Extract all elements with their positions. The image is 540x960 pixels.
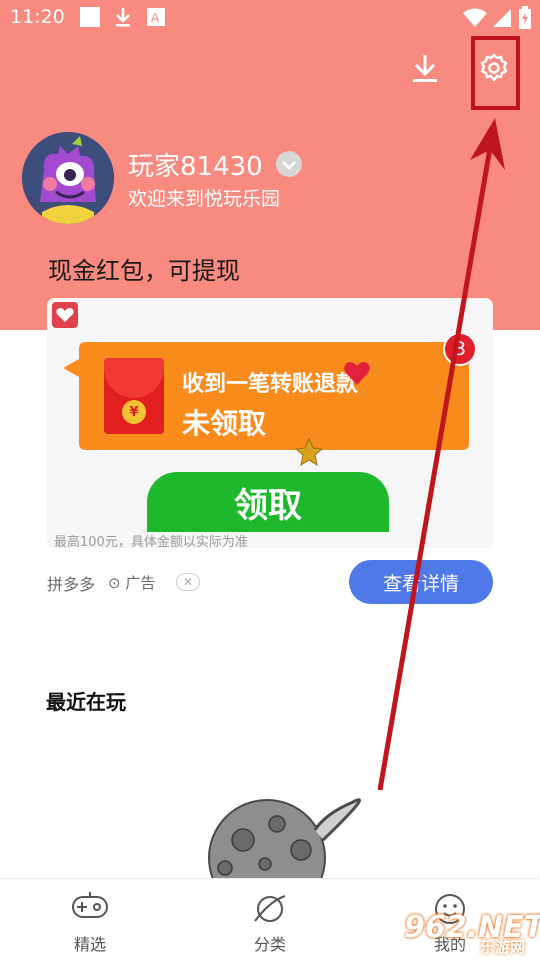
wifi-icon: [462, 8, 488, 32]
settings-gear-icon: [478, 52, 510, 88]
battery-icon: [518, 6, 532, 34]
download-button[interactable]: [403, 48, 447, 92]
welcome-text: 欢迎来到悦玩乐园: [128, 188, 281, 210]
tab-featured[interactable]: 精选: [40, 879, 140, 960]
pinduoduo-logo-icon: [52, 302, 78, 328]
tab-category[interactable]: 分类: [220, 879, 320, 960]
planet-icon: [252, 891, 288, 931]
close-icon: ✕: [182, 575, 194, 589]
username: 玩家81430: [128, 152, 263, 182]
heart-icon: [342, 358, 372, 392]
tab-category-label: 分类: [253, 935, 286, 954]
star-icon: [294, 437, 324, 471]
notification-counter: 3: [443, 332, 477, 366]
chevron-down-icon: [282, 155, 296, 174]
recent-played-title: 最近在玩: [46, 690, 126, 714]
status-time: 11:20: [10, 6, 65, 28]
ad-close-button[interactable]: ✕: [176, 573, 200, 591]
vip-badge[interactable]: [276, 151, 302, 177]
a-badge-icon: A: [146, 6, 166, 32]
ad-source: 拼多多: [47, 575, 96, 594]
watermark-sub: 乐游网: [480, 938, 526, 956]
gamepad-icon: [72, 891, 108, 923]
refund-status: 未领取: [182, 407, 267, 440]
status-bar: 11:20 A: [0, 0, 540, 36]
empty-planet-illustration: [205, 790, 370, 917]
claim-button[interactable]: 领取: [147, 472, 389, 532]
notification-square-icon: [79, 6, 101, 32]
promo-title: 现金红包，可提现: [48, 257, 240, 285]
signal-icon: [492, 8, 512, 32]
yuan-coin-icon: ¥: [122, 400, 146, 424]
download-icon: [113, 6, 133, 32]
ad-tag-label: 广告: [125, 574, 156, 592]
refund-title: 收到一笔转账退款: [182, 372, 359, 397]
svg-text:A: A: [151, 11, 160, 25]
view-details-button[interactable]: 查看详情: [349, 560, 493, 604]
ad-tag-icon: ⊙: [108, 574, 121, 592]
settings-button[interactable]: [472, 48, 516, 92]
ad-tag: ⊙ 广告: [108, 572, 155, 593]
monster-avatar-icon: [22, 132, 114, 224]
tab-featured-label: 精选: [73, 935, 106, 954]
ad-disclaimer: 最高100元，具体金额以实际为准: [54, 535, 248, 550]
download-icon: [410, 52, 440, 88]
avatar[interactable]: [22, 132, 114, 224]
